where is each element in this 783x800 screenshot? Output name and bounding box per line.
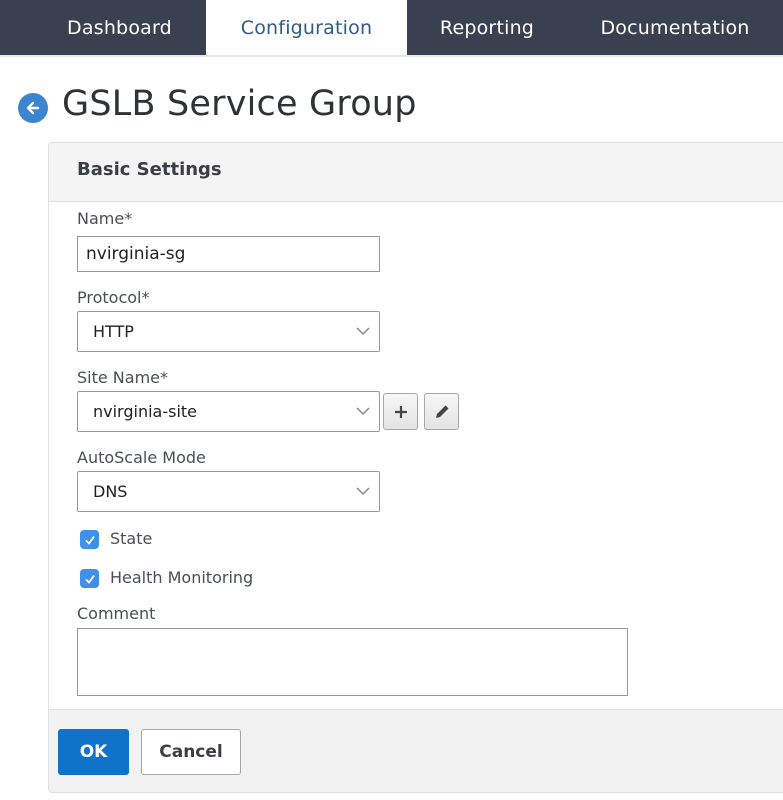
checkmark-icon [84,574,95,584]
chevron-down-icon [356,407,370,416]
ok-button[interactable]: OK [58,729,129,775]
protocol-value: HTTP [93,322,134,341]
back-button[interactable] [18,93,48,123]
tab-documentation[interactable]: Documentation [567,0,783,55]
arrow-left-circle-icon [26,101,40,115]
cancel-button[interactable]: Cancel [141,729,241,775]
site-name-label: Site Name* [77,368,169,387]
edit-site-button[interactable] [424,393,459,430]
add-site-button[interactable] [383,393,418,430]
chevron-down-icon [356,327,370,336]
name-input[interactable]: nvirginia-sg [77,236,380,272]
autoscale-label: AutoScale Mode [77,448,206,467]
state-label: State [110,529,153,548]
panel-footer: OK Cancel [49,709,783,792]
panel-title: Basic Settings [77,159,222,180]
autoscale-value: DNS [93,482,128,501]
site-name-select[interactable]: nvirginia-site [77,391,380,432]
page-title: GSLB Service Group [62,84,417,124]
pencil-icon [435,405,448,418]
autoscale-select[interactable]: DNS [77,471,380,512]
comment-textarea[interactable] [77,628,628,696]
tab-dashboard[interactable]: Dashboard [33,0,206,55]
name-label: Name* [77,209,133,228]
comment-label: Comment [77,604,156,623]
state-checkbox[interactable] [80,530,99,549]
protocol-label: Protocol* [77,288,150,307]
top-navigation: Dashboard Configuration Reporting Docume… [0,0,783,55]
plus-icon [394,405,407,418]
protocol-select[interactable]: HTTP [77,311,380,352]
panel-header: Basic Settings [49,143,783,202]
nav-divider [0,55,783,57]
health-monitoring-label: Health Monitoring [110,568,254,587]
chevron-down-icon [356,487,370,496]
basic-settings-panel: Basic Settings Name* nvirginia-sg Protoc… [48,142,783,793]
tab-configuration[interactable]: Configuration [206,0,407,55]
checkmark-icon [84,535,95,545]
tab-reporting[interactable]: Reporting [407,0,567,55]
health-monitoring-checkbox[interactable] [80,569,99,588]
site-name-value: nvirginia-site [93,402,198,421]
